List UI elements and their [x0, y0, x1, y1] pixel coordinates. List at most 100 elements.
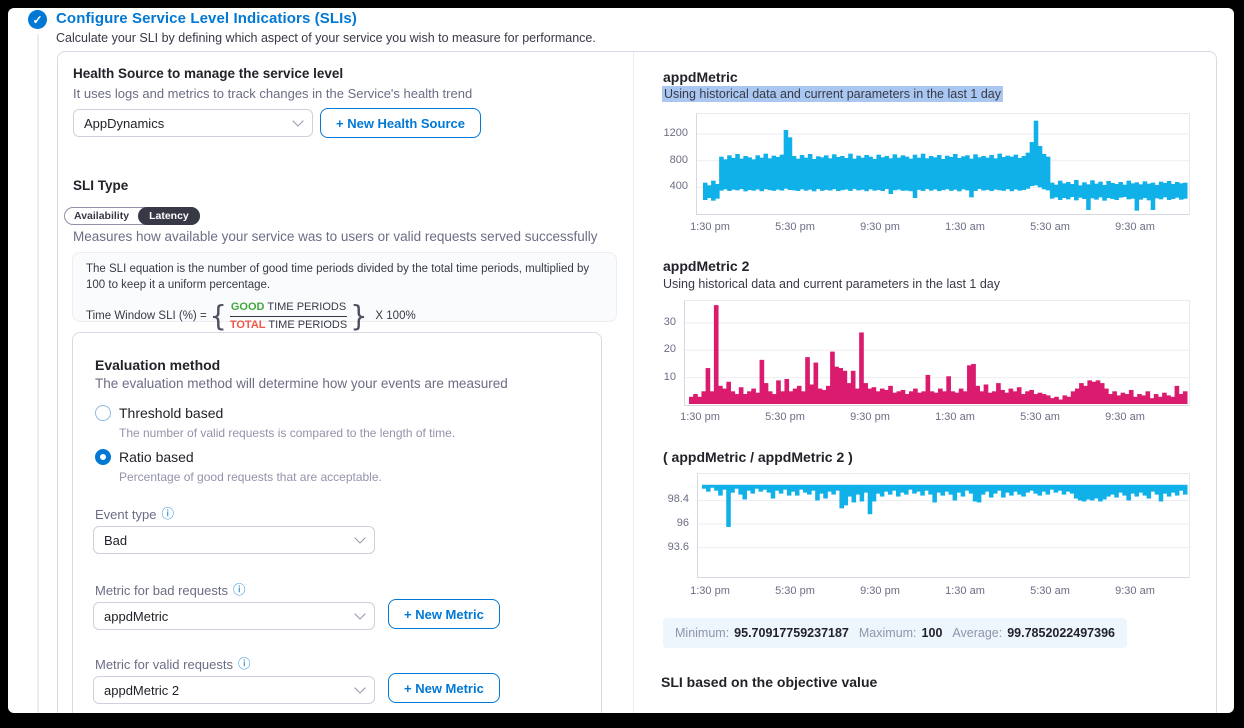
- numerator-rest: TIME PERIODS: [267, 301, 346, 313]
- metric-bad-label: Metric for bad requests ⓘ: [95, 583, 245, 598]
- page-title: Configure Service Level Indicatiors (SLI…: [56, 10, 357, 27]
- metric-bad-select-value: appdMetric: [104, 609, 168, 624]
- y-axis-label: 10: [632, 371, 676, 383]
- objective-heading: SLI based on the objective value: [661, 674, 877, 690]
- metric-bad-label-text: Metric for bad requests: [95, 583, 228, 598]
- x-axis-label: 5:30 pm: [755, 221, 835, 233]
- metric-valid-label-text: Metric for valid requests: [95, 657, 233, 672]
- info-icon[interactable]: ⓘ: [238, 658, 251, 671]
- y-axis-label: 1200: [644, 127, 688, 139]
- x-axis-label: 5:30 am: [1000, 411, 1080, 423]
- event-type-select-value: Bad: [104, 533, 127, 548]
- numerator-good: GOOD: [231, 301, 265, 313]
- average-label: Average:: [952, 626, 1002, 640]
- health-source-label: Health Source to manage the service leve…: [73, 66, 343, 81]
- metric-valid-select-value: appdMetric 2: [104, 683, 179, 698]
- x-axis-label: 5:30 pm: [745, 411, 825, 423]
- new-health-source-button[interactable]: + New Health Source: [320, 108, 481, 138]
- chart-plot-appdMetric: [696, 113, 1190, 215]
- radio-ratio-label[interactable]: Ratio based: [119, 449, 194, 465]
- sli-type-description: Measures how available your service was …: [73, 229, 597, 244]
- radio-threshold-based[interactable]: [95, 405, 111, 421]
- chevron-down-icon: [354, 532, 365, 543]
- sli-type-segmented-control: Availability Latency: [64, 207, 200, 225]
- health-source-description: It uses logs and metrics to track change…: [73, 86, 472, 101]
- x-axis-label: 1:30 am: [925, 585, 1005, 597]
- sli-equation-formula: Time Window SLI (%) = { GOOD TIME PERIOD…: [86, 299, 603, 333]
- chart-title-ratio: ( appdMetric / appdMetric 2 ): [663, 449, 853, 465]
- denominator-total: TOTAL: [230, 319, 266, 331]
- chart-subtitle-appdmetric: Using historical data and current parame…: [662, 87, 1003, 101]
- health-source-select[interactable]: AppDynamics: [73, 109, 313, 137]
- x-axis-label: 5:30 pm: [755, 585, 835, 597]
- formula-fraction: GOOD TIME PERIODS TOTAL TIME PERIODS: [230, 299, 347, 333]
- x-axis-label: 9:30 am: [1095, 585, 1175, 597]
- health-source-select-value: AppDynamics: [84, 116, 164, 131]
- x-axis-label: 9:30 am: [1085, 411, 1165, 423]
- x-axis-label: 9:30 pm: [840, 585, 920, 597]
- metric-bad-select[interactable]: appdMetric: [93, 602, 375, 630]
- x-axis-label: 1:30 pm: [670, 585, 750, 597]
- maximum-value: 100: [922, 626, 943, 640]
- maximum-label: Maximum:: [859, 626, 917, 640]
- new-metric-button-bad[interactable]: + New Metric: [388, 599, 500, 629]
- radio-ratio-based[interactable]: [95, 449, 111, 465]
- new-metric-button-valid[interactable]: + New Metric: [388, 673, 500, 703]
- y-axis-label: 20: [632, 343, 676, 355]
- radio-threshold-description: The number of valid requests is compared…: [119, 426, 455, 440]
- chevron-down-icon: [292, 115, 303, 126]
- chevron-down-icon: [354, 608, 365, 619]
- y-axis-label: 800: [644, 154, 688, 166]
- stepper-line: [37, 34, 39, 713]
- x-axis-label: 9:30 pm: [840, 221, 920, 233]
- y-axis-label: 30: [632, 316, 676, 328]
- y-axis-label: 93.6: [645, 541, 689, 553]
- chart-title-appdmetric2: appdMetric 2: [663, 258, 749, 274]
- y-axis-label: 98.4: [645, 493, 689, 505]
- brace-right: }: [350, 302, 367, 330]
- screenshot-frame: ✓ Configure Service Level Indicatiors (S…: [0, 0, 1244, 728]
- metric-valid-label: Metric for valid requests ⓘ: [95, 657, 251, 672]
- y-axis-label: 400: [644, 180, 688, 192]
- chevron-down-icon: [354, 682, 365, 693]
- x-axis-label: 5:30 am: [1010, 585, 1090, 597]
- formula-suffix: X 100%: [375, 308, 415, 324]
- x-axis-label: 1:30 pm: [670, 221, 750, 233]
- denominator-rest: TIME PERIODS: [268, 319, 347, 331]
- sli-equation-box: The SLI equation is the number of good t…: [72, 252, 617, 322]
- event-type-select[interactable]: Bad: [93, 526, 375, 554]
- event-type-label: Event type ⓘ: [95, 507, 174, 522]
- info-icon[interactable]: ⓘ: [161, 508, 174, 521]
- event-type-label-text: Event type: [95, 507, 156, 522]
- brace-left: {: [210, 302, 227, 330]
- sli-equation-text: The SLI equation is the number of good t…: [86, 261, 603, 293]
- metric-valid-select[interactable]: appdMetric 2: [93, 676, 375, 704]
- chart-plot-appdMetric-2: [684, 300, 1190, 406]
- formula-prefix: Time Window SLI (%) =: [86, 308, 207, 324]
- highlighted-text: Using historical data and current parame…: [662, 86, 1003, 102]
- page-subtitle: Calculate your SLI by defining which asp…: [56, 31, 596, 45]
- chart-plot-ratio: [697, 473, 1190, 578]
- info-icon[interactable]: ⓘ: [233, 584, 246, 597]
- radio-threshold-label[interactable]: Threshold based: [119, 405, 223, 421]
- page: ✓ Configure Service Level Indicatiors (S…: [8, 8, 1234, 713]
- evaluation-method-box: Evaluation method The evaluation method …: [72, 332, 602, 713]
- chart-title-appdmetric: appdMetric: [663, 69, 738, 85]
- x-axis-label: 1:30 am: [925, 221, 1005, 233]
- radio-ratio-description: Percentage of good requests that are acc…: [119, 470, 382, 484]
- minimum-value: 95.70917759237187: [734, 626, 849, 640]
- x-axis-label: 5:30 am: [1010, 221, 1090, 233]
- sli-type-option-latency[interactable]: Latency: [138, 207, 200, 225]
- average-value: 99.7852022497396: [1007, 626, 1115, 640]
- evaluation-method-label: Evaluation method: [95, 357, 220, 373]
- x-axis-label: 1:30 pm: [660, 411, 740, 423]
- y-axis-label: 96: [645, 517, 689, 529]
- step-check-icon: ✓: [28, 10, 47, 29]
- sli-type-option-availability[interactable]: Availability: [65, 210, 138, 222]
- evaluation-method-description: The evaluation method will determine how…: [95, 376, 508, 391]
- x-axis-label: 9:30 pm: [830, 411, 910, 423]
- x-axis-label: 1:30 am: [915, 411, 995, 423]
- x-axis-label: 9:30 am: [1095, 221, 1175, 233]
- stats-bar: Minimum: 95.70917759237187 Maximum: 100 …: [663, 618, 1127, 648]
- chart-subtitle-appdmetric2: Using historical data and current parame…: [663, 277, 1000, 291]
